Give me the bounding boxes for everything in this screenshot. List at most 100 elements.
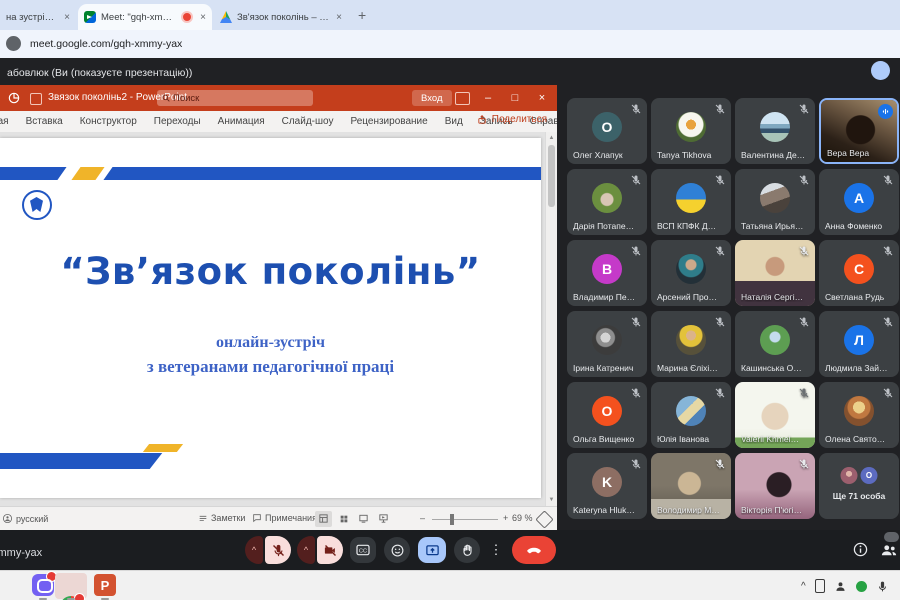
participant-tile[interactable]: Дарія Потапе… [567,169,647,235]
participant-tile[interactable]: Олена Свято… [819,382,899,448]
participant-tile[interactable]: Юлія Іванова [651,382,731,448]
participant-tile[interactable]: Ірина Катренич [567,311,647,377]
mic-off-icon [714,245,726,257]
raise-hand-button[interactable] [454,537,480,563]
camera-off-button[interactable] [317,536,343,564]
close-tab-icon[interactable]: × [200,12,206,23]
zoom-slider[interactable] [432,518,498,521]
camera-options-chevron[interactable]: ^ [297,536,315,564]
ppt-search-box[interactable]: Поиск [157,90,313,106]
participant-tile[interactable]: Tanya Tikhova [651,98,731,164]
browser-url-bar[interactable]: meet.google.com/gqh-xmmy-yax [0,30,900,58]
ribbon-tab-view[interactable]: Вид [436,116,471,127]
participant-name: Юлія Іванова [657,434,710,444]
fit-slide-icon[interactable] [535,510,554,529]
device-icon[interactable] [814,579,825,593]
ribbon-tab-transitions[interactable]: Переходы [145,116,209,127]
close-tab-icon[interactable]: × [336,12,342,23]
avatar [592,183,622,213]
mic-off-icon [714,387,726,399]
minimize-button[interactable]: – [475,85,501,111]
participant-name: Наталія Сергі… [741,292,804,302]
screen: на зустріч об 11 г × Meet: "gqh-xmmy-yax… [0,0,900,600]
zoom-out-button[interactable]: – [420,513,425,523]
scrollbar-thumb[interactable] [548,145,555,207]
slideshow-view-button[interactable] [375,511,392,527]
zoom-in-button[interactable]: + [503,513,508,523]
language-indicator[interactable]: русский [16,514,48,524]
participant-tile[interactable]: Арсений Про… [651,240,731,306]
powerpoint-title-bar[interactable]: Звязок поколінь2 - PowerPoint Поиск Вход… [0,85,557,111]
participant-tile[interactable]: Наталія Сергі… [735,240,815,306]
reactions-button[interactable] [384,537,410,563]
site-info-icon[interactable] [6,36,21,51]
close-button[interactable]: × [529,85,555,111]
slide-sorter-view-button[interactable] [335,511,352,527]
participant-tile[interactable]: Valerii Khmel… [735,382,815,448]
ribbon-display-icon[interactable] [455,92,470,105]
ribbon-tab-slideshow[interactable]: Слайд-шоу [273,116,342,127]
end-call-button[interactable] [512,536,556,564]
hand-icon [460,543,475,558]
show-participants-button[interactable] [880,541,898,559]
ribbon-tab-home[interactable]: Главная [0,116,17,127]
powerpoint-icon [7,91,21,105]
scroll-up-icon[interactable]: ▲ [546,132,557,144]
more-options-button[interactable]: ⋮ [488,537,504,563]
avatar-bubble[interactable] [871,61,890,80]
mic-off-icon [714,103,726,115]
avatar: С [844,254,874,284]
more-participants-tile[interactable]: О Ще 71 особа [819,453,899,519]
tray-chevron-up-icon[interactable]: ^ [801,581,806,592]
tab-drive-doc[interactable]: Зв'язок поколінь – Google Ди × [214,4,348,30]
zoom-slider-thumb[interactable] [450,514,454,525]
participant-tile[interactable]: О Ольга Вищенко [567,382,647,448]
close-tab-icon[interactable]: × [64,12,70,23]
meeting-info-button[interactable] [852,541,869,558]
captions-button[interactable] [350,537,376,563]
mic-muted-button[interactable] [265,536,291,564]
ribbon-tab-animations[interactable]: Анимация [209,116,273,127]
scroll-down-icon[interactable]: ▼ [546,494,557,506]
maximize-button[interactable]: □ [502,85,528,111]
participant-tile-speaking[interactable]: Вера Вера [819,98,899,164]
participant-tile[interactable]: Марина Єліхі… [651,311,731,377]
participant-tile[interactable]: Володимир М… [651,453,731,519]
notes-toggle[interactable]: Заметки [198,513,245,523]
present-button-active[interactable] [418,537,446,563]
sign-in-button[interactable]: Вход [412,90,452,106]
participant-tile[interactable]: Татьяна Ирья… [735,169,815,235]
tab-label: Meet: "gqh-xmmy-yax" [101,11,176,23]
new-tab-button[interactable]: + [358,7,366,23]
viber-taskbar-icon[interactable] [32,571,57,596]
share-button[interactable]: Поделиться [477,114,547,125]
participant-tile[interactable]: K Kateryna Hluk… [567,453,647,519]
ribbon-tab-review[interactable]: Рецензирование [342,116,436,127]
system-tray: ^ [801,579,889,593]
save-icon[interactable] [30,93,42,105]
normal-view-button[interactable] [315,510,332,527]
participant-tile[interactable]: В Владимир Пе… [567,240,647,306]
mic-tray-icon[interactable] [876,580,889,593]
ribbon-tab-insert[interactable]: Вставка [17,116,71,127]
tab-invitation[interactable]: на зустріч об 11 г × [0,4,76,30]
participant-tile[interactable]: Вікторія П'югі… [735,453,815,519]
participant-tile[interactable]: ВСП КПФК Д… [651,169,731,235]
mic-options-chevron[interactable]: ^ [245,536,263,564]
tab-meet[interactable]: Meet: "gqh-xmmy-yax" × [78,4,212,30]
ribbon-tab-design[interactable]: Конструктор [71,116,145,127]
participant-tile[interactable]: А Анна Фоменко [819,169,899,235]
info-icon [852,541,869,558]
person-icon[interactable] [834,580,847,593]
participant-tile[interactable]: С Светлана Рудь [819,240,899,306]
zoom-level[interactable]: 69 % [512,513,533,523]
comments-toggle[interactable]: Примечания [252,513,317,523]
status-green-icon[interactable] [855,580,867,592]
powerpoint-taskbar-icon[interactable]: P [94,574,116,596]
participant-tile[interactable]: Л Людмила Зай… [819,311,899,377]
reading-view-button[interactable] [355,511,372,527]
participant-tile[interactable]: Валентина Де… [735,98,815,164]
participant-tile[interactable]: Кашинська О… [735,311,815,377]
slide-scrollbar[interactable]: ▲ ▼ [545,132,557,506]
participant-tile[interactable]: О Олег Хлапук [567,98,647,164]
